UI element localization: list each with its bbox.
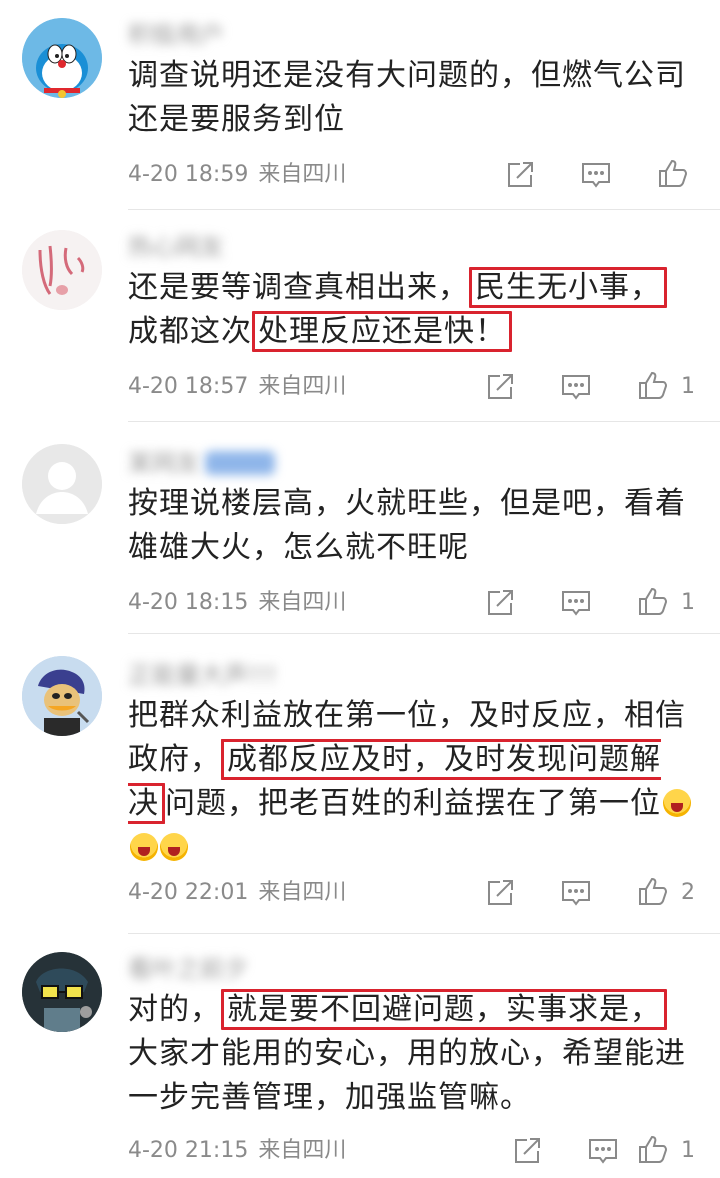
thumbs-up-icon[interactable] <box>636 874 670 908</box>
highlight-box: 民生无小事， <box>469 267 667 308</box>
username[interactable]: 积极用户 <box>128 22 224 48</box>
avatar[interactable] <box>22 444 102 524</box>
comment-text-part: 问题，把老百姓的利益摆在了第一位 <box>165 786 661 821</box>
crying-laughing-emoji-icon <box>130 833 158 861</box>
comment-item: 正能量大声!!! 把群众利益放在第一位，及时反应，相信政府， 成都反应及时，及时发… <box>0 634 720 934</box>
comment-icon[interactable] <box>559 876 593 910</box>
comment-date: 4-20 18:59 <box>128 162 249 187</box>
highlight-box: 处理反应还是快！ <box>252 311 512 352</box>
comment-source: 来自四川 <box>258 1138 347 1163</box>
comment-text: 对的， 就是要不回避问题，实事求是， 大家才能用的安心，用的放心，希望能进一步完善管… <box>128 988 693 1120</box>
comment-source: 来自四川 <box>258 880 347 905</box>
comment-meta: 4-20 18:59 来自四川 <box>128 160 346 190</box>
comment-item: 积极用户 调查说明还是没有大问题的，但燃气公司还是要服务到位 4-20 18:5… <box>0 0 720 210</box>
comment-meta: 4-20 18:15 来自四川 <box>128 588 346 618</box>
comment-text: 把群众利益放在第一位，及时反应，相信政府， 成都反应及时，及时发现问题解决 问题，把… <box>128 694 693 870</box>
comment-text: 按理说楼层高，火就旺些，但是吧，看着雄雄大火，怎么就不旺呢 <box>128 486 686 565</box>
comment-source: 来自四川 <box>258 374 347 399</box>
comment-text-part: 对的， <box>128 992 221 1027</box>
username[interactable]: 某网友 <box>128 450 200 476</box>
comment-item: 某网友 按理说楼层高，火就旺些，但是吧，看着雄雄大火，怎么就不旺呢 4-20 1… <box>0 422 720 634</box>
comment-icon[interactable] <box>586 1134 620 1168</box>
username[interactable]: 看叶之前夕 <box>128 956 248 982</box>
like-count: 1 <box>681 590 695 615</box>
avatar[interactable] <box>22 952 102 1032</box>
highlight-box: 就是要不回避问题，实事求是， <box>221 989 667 1030</box>
like-count: 2 <box>681 880 695 905</box>
share-icon[interactable] <box>510 1134 544 1168</box>
comment-date: 4-20 22:01 <box>128 880 249 905</box>
thumbs-up-icon[interactable] <box>636 1132 670 1166</box>
username[interactable]: 正能量大声!!! <box>128 662 277 688</box>
comment-icon[interactable] <box>559 586 593 620</box>
like-count: 1 <box>681 374 695 399</box>
thumbs-up-icon[interactable] <box>636 368 670 402</box>
comment-date: 4-20 18:15 <box>128 590 249 615</box>
comment-meta: 4-20 21:15 来自四川 <box>128 1136 346 1166</box>
comment-icon[interactable] <box>579 158 613 192</box>
comment-source: 来自四川 <box>258 590 347 615</box>
comment-text: 还是要等调查真相出来， 民生无小事， 成都这次 处理反应还是快！ <box>128 266 693 354</box>
thumbs-up-icon[interactable] <box>656 156 690 190</box>
crying-laughing-emoji-icon <box>663 789 691 817</box>
avatar[interactable] <box>22 656 102 736</box>
user-badge <box>205 451 275 475</box>
share-icon[interactable] <box>483 876 517 910</box>
comment-text: 调查说明还是没有大问题的，但燃气公司还是要服务到位 <box>128 58 686 137</box>
share-icon[interactable] <box>503 158 537 192</box>
avatar[interactable] <box>22 230 102 310</box>
comment-text-part: 还是要等调查真相出来， <box>128 270 469 305</box>
comment-meta: 4-20 18:57 来自四川 <box>128 372 346 402</box>
share-icon[interactable] <box>483 586 517 620</box>
like-count: 1 <box>681 1138 695 1163</box>
comment-date: 4-20 18:57 <box>128 374 249 399</box>
comment-icon[interactable] <box>559 370 593 404</box>
comment-item: 看叶之前夕 对的， 就是要不回避问题，实事求是， 大家才能用的安心，用的放心，希望能… <box>0 934 720 1178</box>
comment-text-part: 大家才能用的安心，用的放心，希望能进一步完善管理，加强监管嘛。 <box>128 1036 686 1115</box>
comment-item: 热心网友 还是要等调查真相出来， 民生无小事， 成都这次 处理反应还是快！ 4-20 … <box>0 210 720 422</box>
comment-date: 4-20 21:15 <box>128 1138 249 1163</box>
comment-text-part: 成都这次 <box>128 314 252 349</box>
share-icon[interactable] <box>483 370 517 404</box>
username[interactable]: 热心网友 <box>128 234 224 260</box>
crying-laughing-emoji-icon <box>160 833 188 861</box>
avatar[interactable] <box>22 18 102 98</box>
comment-meta: 4-20 22:01 来自四川 <box>128 878 346 908</box>
comment-source: 来自四川 <box>258 162 347 187</box>
thumbs-up-icon[interactable] <box>636 584 670 618</box>
